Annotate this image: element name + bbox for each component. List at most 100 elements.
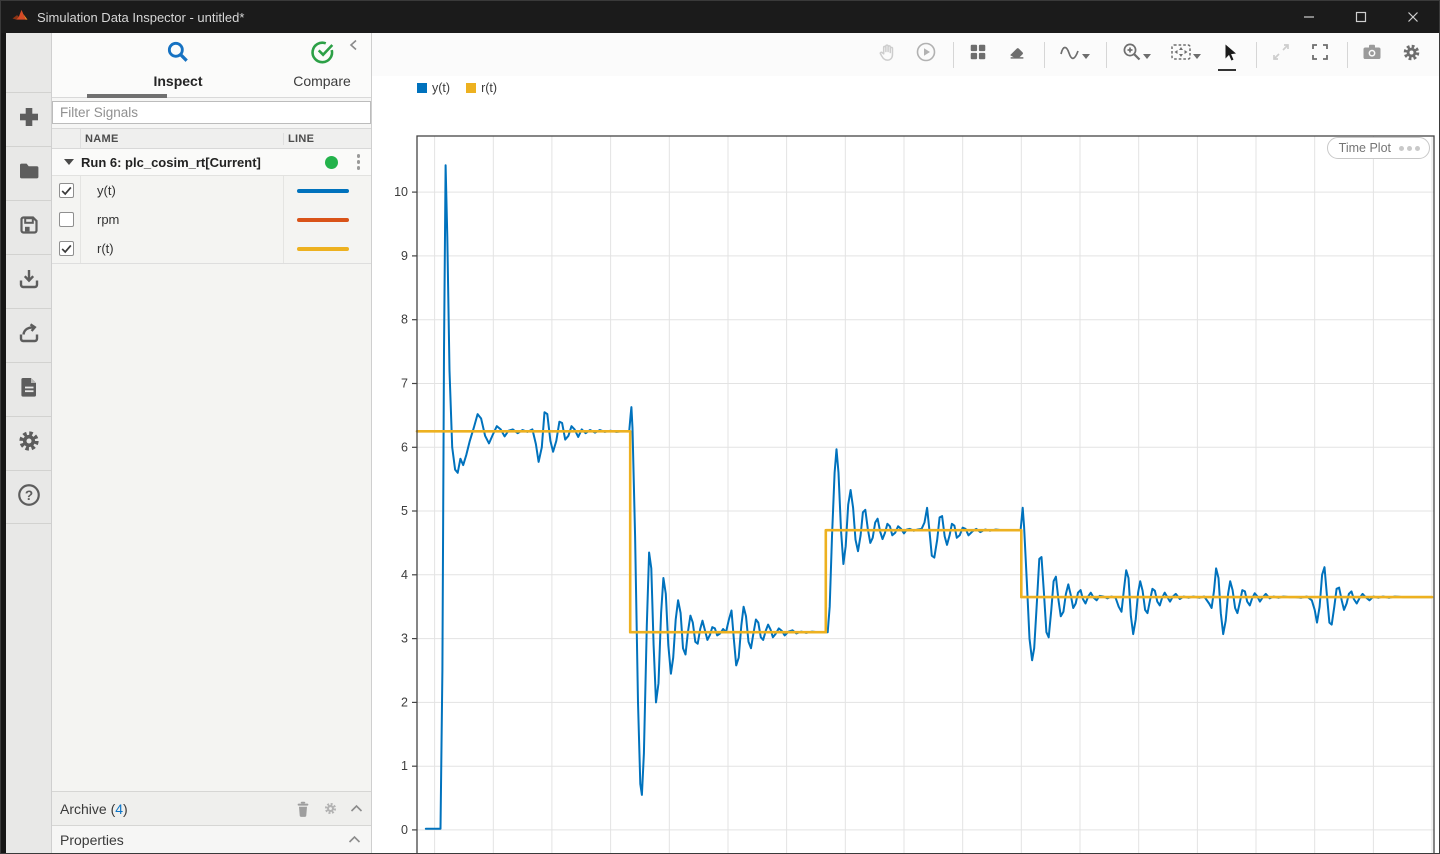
y-tick-label: 2 xyxy=(401,695,408,709)
toolbar-separator xyxy=(1044,42,1045,68)
tab-compare[interactable]: Compare xyxy=(262,39,382,89)
legend-item: r(t) xyxy=(466,81,497,95)
signal-checkbox-cell xyxy=(52,176,81,205)
export-button[interactable] xyxy=(6,308,51,362)
signal-checkbox[interactable] xyxy=(59,241,74,256)
snapshot-button[interactable] xyxy=(1357,40,1387,70)
properties-section-header[interactable]: Properties xyxy=(52,825,371,853)
signal-name: y(t) xyxy=(81,183,283,198)
run-menu-kebab-icon[interactable] xyxy=(357,154,361,170)
plot-type-badge[interactable]: Time Plot xyxy=(1327,137,1430,159)
signal-checkbox-cell xyxy=(52,234,81,263)
archive-collapse-chevron-icon[interactable] xyxy=(350,804,363,813)
y-tick-label: 5 xyxy=(401,504,408,518)
run-expander-caret-icon[interactable] xyxy=(64,159,74,165)
zoom-button[interactable] xyxy=(1116,40,1156,70)
properties-collapse-chevron-icon[interactable] xyxy=(348,835,361,844)
chevron-down-icon xyxy=(1193,46,1201,64)
time-plot-svg: 0369121518212427303336394245485101234567… xyxy=(372,108,1437,854)
matlab-logo-icon xyxy=(11,8,29,26)
subplot-layout-button[interactable] xyxy=(963,40,993,70)
save-icon xyxy=(17,213,41,242)
maximize-button[interactable] xyxy=(1335,1,1387,33)
zoom-in-magnifier-icon xyxy=(1121,41,1143,68)
select-cursor-button[interactable] xyxy=(1214,40,1244,70)
plot-settings-button[interactable] xyxy=(1396,40,1426,70)
plot-legend: y(t) r(t) xyxy=(417,81,497,95)
save-button[interactable] xyxy=(6,200,51,254)
expand-plot-button[interactable] xyxy=(1266,40,1296,70)
pan-hand-icon xyxy=(877,42,898,68)
series-r(t) xyxy=(417,431,1432,632)
series-y(t) xyxy=(426,165,1432,828)
add-run-button[interactable] xyxy=(6,92,51,146)
camera-icon xyxy=(1361,41,1383,68)
legend-label: y(t) xyxy=(432,81,450,95)
line-column-header: LINE xyxy=(283,133,371,145)
fullscreen-button[interactable] xyxy=(1305,40,1335,70)
preferences-button[interactable] xyxy=(6,416,51,470)
chart-area[interactable]: 0369121518212427303336394245485101234567… xyxy=(372,108,1437,854)
inspect-magnifier-icon xyxy=(165,52,191,69)
clear-plots-button[interactable] xyxy=(1002,40,1032,70)
plot-toolbar xyxy=(372,33,1439,76)
fullscreen-brackets-icon xyxy=(1310,42,1330,67)
toolbar-separator xyxy=(1347,42,1348,68)
chevron-down-icon xyxy=(1143,46,1151,64)
panel-tabs: Inspect Compare xyxy=(52,33,371,98)
replay-button[interactable] xyxy=(911,40,941,70)
add-icon xyxy=(17,105,41,134)
signal-checkbox[interactable] xyxy=(59,212,74,227)
collapse-panel-icon[interactable] xyxy=(347,38,363,54)
y-tick-label: 3 xyxy=(401,632,408,646)
signal-name: rpm xyxy=(81,212,283,227)
close-button[interactable] xyxy=(1387,1,1439,33)
legend-color-chip xyxy=(417,83,427,93)
import-button[interactable] xyxy=(6,254,51,308)
layout-grid-icon xyxy=(968,42,988,67)
cursor-arrow-icon xyxy=(1219,42,1239,67)
svg-text:?: ? xyxy=(24,487,32,502)
archive-section-header[interactable]: Archive (4) xyxy=(52,791,371,825)
archive-label: Archive (4) xyxy=(52,801,128,817)
checkbox-column-header xyxy=(52,129,81,148)
titlebar: Simulation Data Inspector - untitled* xyxy=(1,1,1439,33)
run-group-row[interactable]: Run 6: plc_cosim_rt[Current] xyxy=(52,149,371,176)
signal-row[interactable]: rpm xyxy=(52,205,371,234)
filter-signals-input[interactable] xyxy=(52,101,371,124)
pan-button[interactable] xyxy=(872,40,902,70)
tab-inspect[interactable]: Inspect xyxy=(118,39,238,89)
expand-diagonal-icon xyxy=(1271,42,1291,67)
signal-line-cell xyxy=(283,234,371,263)
signal-checkbox[interactable] xyxy=(59,183,74,198)
fit-to-view-icon xyxy=(1169,41,1193,68)
grid-lines xyxy=(417,136,1434,854)
badge-options-dots-icon[interactable] xyxy=(1399,146,1420,151)
preferences-gear-icon xyxy=(16,428,42,459)
open-button[interactable] xyxy=(6,146,51,200)
plot-series xyxy=(417,165,1432,828)
export-icon xyxy=(17,321,41,350)
y-tick-label: 0 xyxy=(401,823,408,837)
signal-name: r(t) xyxy=(81,241,283,256)
chevron-down-icon xyxy=(1082,46,1090,64)
signal-display-button[interactable] xyxy=(1054,40,1094,70)
signal-row[interactable]: r(t) xyxy=(52,234,371,263)
panel-empty-area xyxy=(52,264,371,791)
active-tab-indicator xyxy=(87,94,167,98)
help-button[interactable]: ? xyxy=(6,470,51,524)
axis-labels: 0369121518212427303336394245485101234567… xyxy=(394,185,1437,854)
fit-to-view-button[interactable] xyxy=(1165,40,1205,70)
y-tick-label: 7 xyxy=(401,377,408,391)
archive-settings-gear-icon[interactable] xyxy=(323,801,338,816)
archive-trash-icon[interactable] xyxy=(295,800,311,818)
properties-label: Properties xyxy=(52,832,124,848)
y-tick-label: 6 xyxy=(401,440,408,454)
signal-row[interactable]: y(t) xyxy=(52,176,371,205)
signal-line-cell xyxy=(283,205,371,234)
create-report-button[interactable] xyxy=(6,362,51,416)
side-toolbar: ? xyxy=(6,33,52,853)
report-icon xyxy=(17,375,41,404)
run-label: Run 6: plc_cosim_rt[Current] xyxy=(81,155,261,170)
minimize-button[interactable] xyxy=(1283,1,1335,33)
